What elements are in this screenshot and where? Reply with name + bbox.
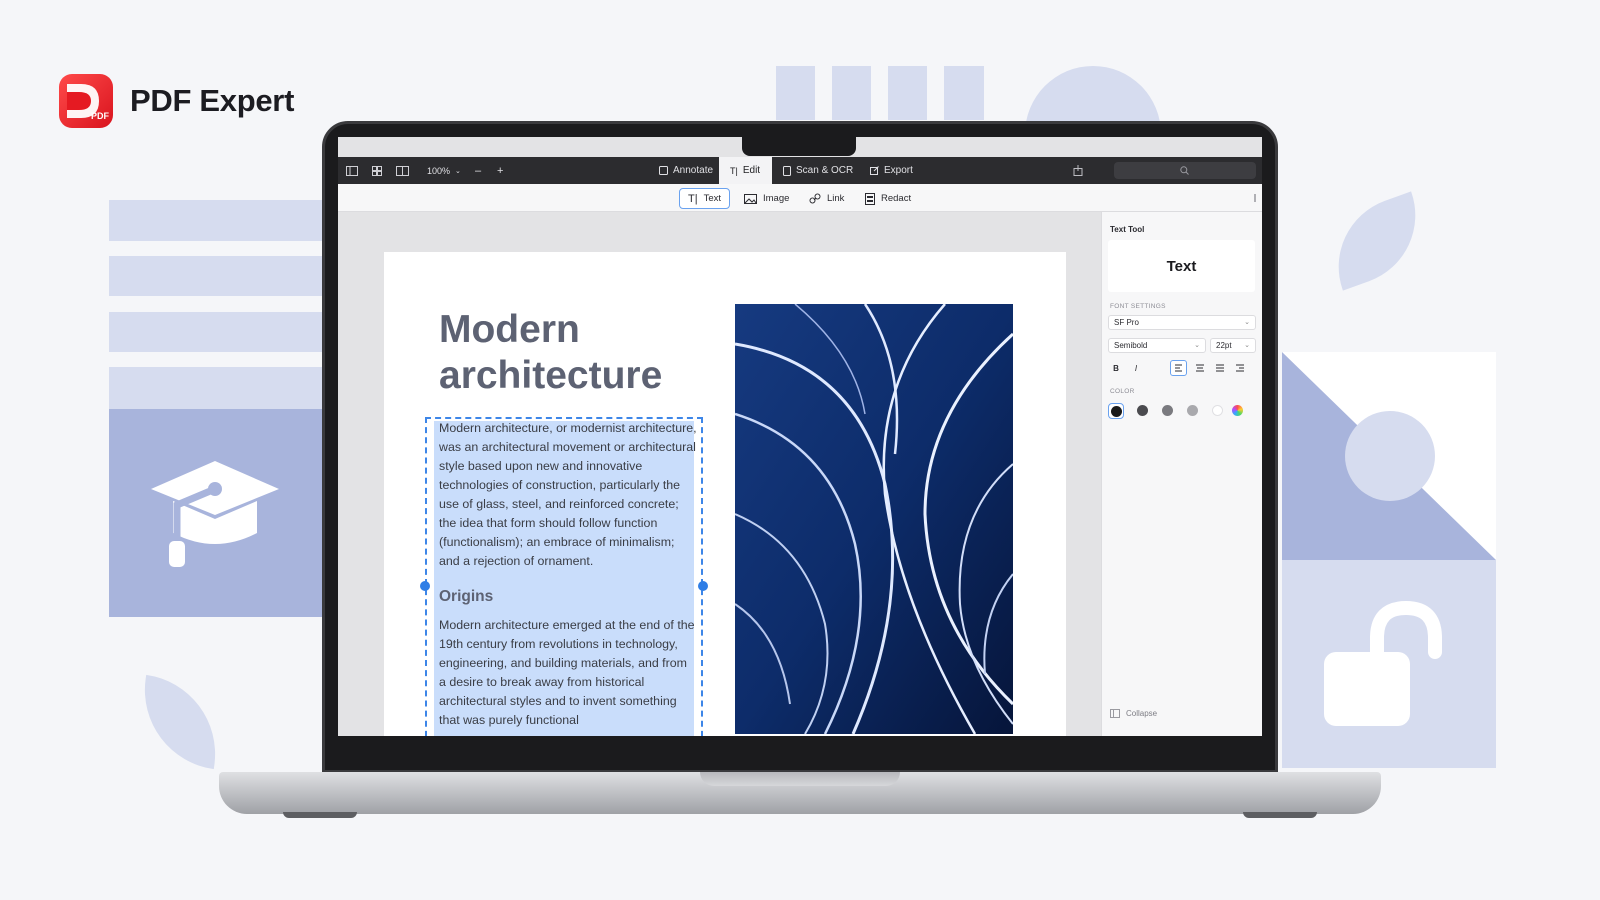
- font-size-select[interactable]: 22pt ⌄: [1210, 338, 1256, 353]
- align-right-button[interactable]: [1232, 360, 1248, 376]
- export-icon: [870, 166, 879, 175]
- laptop-foot: [1243, 812, 1317, 818]
- link-icon: [809, 193, 821, 203]
- color-label: COLOR: [1110, 388, 1135, 395]
- align-left-icon: [1175, 364, 1182, 372]
- zoom-out-button[interactable]: –: [475, 157, 481, 184]
- resize-handle-right[interactable]: [698, 581, 708, 591]
- decoration-stripe: [109, 367, 324, 409]
- format-row: B I: [1108, 360, 1256, 376]
- text-cursor-icon: T|: [730, 165, 738, 176]
- decoration-panel: [1282, 352, 1496, 560]
- chevron-down-icon: ⌄: [1244, 342, 1250, 349]
- align-center-button[interactable]: [1192, 360, 1208, 376]
- color-swatch-white[interactable]: [1212, 405, 1223, 416]
- bold-button[interactable]: B: [1108, 360, 1124, 376]
- document-icon: [783, 165, 791, 176]
- image-icon: [744, 193, 757, 204]
- panel-title: Text Tool: [1110, 225, 1145, 234]
- color-swatch-gray[interactable]: [1162, 405, 1173, 416]
- zoom-value: 100%: [427, 165, 451, 176]
- zoom-in-button[interactable]: +: [497, 157, 503, 184]
- redact-tool-button[interactable]: Redact: [857, 188, 919, 209]
- decoration-stripe: [109, 200, 324, 241]
- align-left-button[interactable]: [1170, 360, 1187, 376]
- annotate-icon: [659, 166, 668, 175]
- color-row: [1108, 403, 1258, 419]
- laptop-groove: [700, 772, 900, 786]
- graduation-cap-icon: [151, 461, 279, 567]
- pdf-expert-logo-icon: PDF: [59, 74, 113, 128]
- link-tool-button[interactable]: Link: [801, 188, 852, 209]
- color-swatch-black[interactable]: [1110, 405, 1122, 417]
- body-paragraph: Modern architecture, or modernist archit…: [439, 421, 697, 568]
- decoration-stripe: [109, 312, 324, 352]
- app-window: 100% ⌄ – + Annotate T| Edit Scan & OCR E…: [338, 137, 1262, 736]
- italic-button[interactable]: I: [1128, 360, 1144, 376]
- font-preview: Text: [1108, 240, 1255, 292]
- collapse-icon: [1110, 709, 1120, 718]
- redact-icon: [865, 192, 875, 205]
- chevron-down-icon: ⌄: [1194, 342, 1200, 349]
- architecture-photo[interactable]: [735, 304, 1013, 734]
- color-swatch-light-gray[interactable]: [1187, 405, 1198, 416]
- tab-scan-ocr[interactable]: Scan & OCR: [783, 157, 853, 184]
- unlock-icon: [1324, 600, 1442, 726]
- sidebar-toggle-icon[interactable]: [346, 157, 358, 184]
- main-toolbar: 100% ⌄ – + Annotate T| Edit Scan & OCR E…: [338, 157, 1262, 184]
- align-right-icon: [1236, 364, 1244, 372]
- font-family-select[interactable]: SF Pro ⌄: [1108, 315, 1256, 330]
- tab-export[interactable]: Export: [870, 157, 913, 184]
- edit-toolbar: T| Text Image Link Redact: [338, 184, 1262, 212]
- text-cursor-icon: T|: [688, 192, 698, 205]
- decoration-bar: [832, 66, 871, 120]
- align-justify-button[interactable]: [1212, 360, 1228, 376]
- page-layout-icon[interactable]: [396, 157, 409, 184]
- image-tool-button[interactable]: Image: [736, 188, 797, 209]
- decoration-leaf: [134, 674, 226, 770]
- align-justify-icon: [1216, 364, 1224, 372]
- zoom-select[interactable]: 100% ⌄: [427, 157, 461, 184]
- chevron-down-icon: ⌄: [1244, 319, 1250, 326]
- color-swatch-dark-gray[interactable]: [1137, 405, 1148, 416]
- text-tool-panel: Text Tool Text FONT SETTINGS SF Pro ⌄ Se…: [1101, 212, 1262, 736]
- collapse-button[interactable]: Collapse: [1110, 709, 1157, 718]
- tab-annotate[interactable]: Annotate: [654, 157, 721, 184]
- share-icon[interactable]: [1073, 157, 1083, 184]
- text-tool-button[interactable]: T| Text: [679, 188, 731, 209]
- brand-name: PDF Expert: [130, 83, 295, 118]
- font-settings-label: FONT SETTINGS: [1110, 303, 1166, 310]
- color-picker-icon[interactable]: [1232, 405, 1243, 416]
- building-image: [735, 304, 1013, 734]
- decoration-stripe: [109, 256, 324, 296]
- drag-handle[interactable]: [1254, 194, 1256, 202]
- search-input[interactable]: [1114, 162, 1256, 179]
- decoration-leaf: [1318, 191, 1436, 291]
- decoration-bar: [776, 66, 815, 120]
- tab-edit[interactable]: T| Edit: [719, 157, 773, 184]
- brand: PDF PDF Expert: [59, 74, 294, 128]
- text-block[interactable]: Modern architecture, or modernist archit…: [439, 419, 697, 730]
- unlock-tile: [1282, 560, 1496, 768]
- resize-handle-left[interactable]: [420, 581, 430, 591]
- body-paragraph: Modern architecture emerged at the end o…: [439, 618, 695, 727]
- thumbnails-icon[interactable]: [372, 157, 382, 184]
- font-weight-select[interactable]: Semibold ⌄: [1108, 338, 1206, 353]
- decoration-bar: [944, 66, 984, 120]
- document-title[interactable]: Modern architecture: [439, 307, 709, 399]
- decoration-bar: [888, 66, 927, 120]
- search-icon: [1180, 166, 1189, 175]
- laptop-foot: [283, 812, 357, 818]
- chevron-down-icon: ⌄: [455, 167, 461, 175]
- logo-badge: PDF: [91, 111, 110, 121]
- section-heading: Origins: [439, 588, 494, 605]
- camera-notch: [742, 132, 856, 156]
- align-center-icon: [1196, 364, 1204, 372]
- education-tile: [109, 409, 324, 617]
